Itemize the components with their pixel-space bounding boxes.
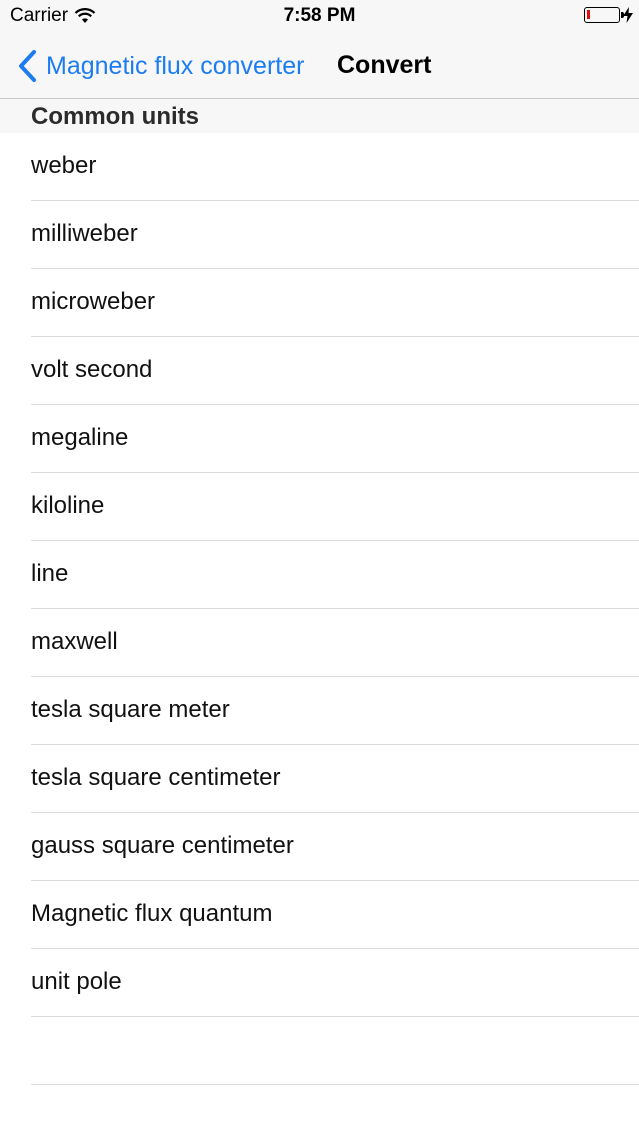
unit-label: milliweber — [31, 220, 138, 247]
unit-label: line — [31, 560, 69, 587]
list-item[interactable]: milliweber — [0, 201, 639, 269]
unit-label: megaline — [31, 424, 129, 451]
battery-indicator — [584, 7, 633, 23]
unit-list: weber milliweber microweber volt second … — [0, 133, 639, 1085]
chevron-left-icon — [16, 49, 38, 83]
section-header: Common units — [0, 99, 639, 133]
list-item[interactable]: megaline — [0, 405, 639, 473]
unit-label: microweber — [31, 288, 156, 315]
list-item[interactable]: kiloline — [0, 473, 639, 541]
status-bar: Carrier 7:58 PM — [0, 0, 639, 34]
unit-label: tesla square centimeter — [31, 764, 281, 791]
unit-label: maxwell — [31, 628, 118, 655]
list-item[interactable]: tesla square meter — [0, 677, 639, 745]
status-time: 7:58 PM — [283, 5, 356, 26]
list-item[interactable]: volt second — [0, 337, 639, 405]
unit-label: unit pole — [31, 968, 122, 995]
back-button-label: Magnetic flux converter — [46, 51, 305, 80]
back-button[interactable]: Magnetic flux converter — [16, 48, 304, 84]
section-title: Common units — [31, 103, 199, 130]
list-item[interactable]: unit pole — [0, 949, 639, 1017]
unit-label: gauss square centimeter — [31, 832, 294, 859]
unit-label: weber — [31, 152, 97, 179]
list-item[interactable]: maxwell — [0, 609, 639, 677]
unit-label: volt second — [31, 356, 153, 383]
list-item[interactable]: tesla square centimeter — [0, 745, 639, 813]
list-item[interactable]: line — [0, 541, 639, 609]
battery-level — [587, 10, 590, 19]
list-item[interactable]: microweber — [0, 269, 639, 337]
list-item[interactable]: weber — [0, 133, 639, 201]
battery-low-icon — [584, 7, 624, 23]
navigation-bar: Magnetic flux converter Convert — [0, 34, 639, 99]
bolt-icon — [623, 7, 633, 23]
empty-row — [0, 1017, 639, 1085]
list-item[interactable]: Magnetic flux quantum — [0, 881, 639, 949]
page-title: Convert — [337, 51, 432, 79]
list-item[interactable]: gauss square centimeter — [0, 813, 639, 881]
unit-label: tesla square meter — [31, 696, 230, 723]
unit-label: Magnetic flux quantum — [31, 900, 273, 927]
unit-label: kiloline — [31, 492, 105, 519]
